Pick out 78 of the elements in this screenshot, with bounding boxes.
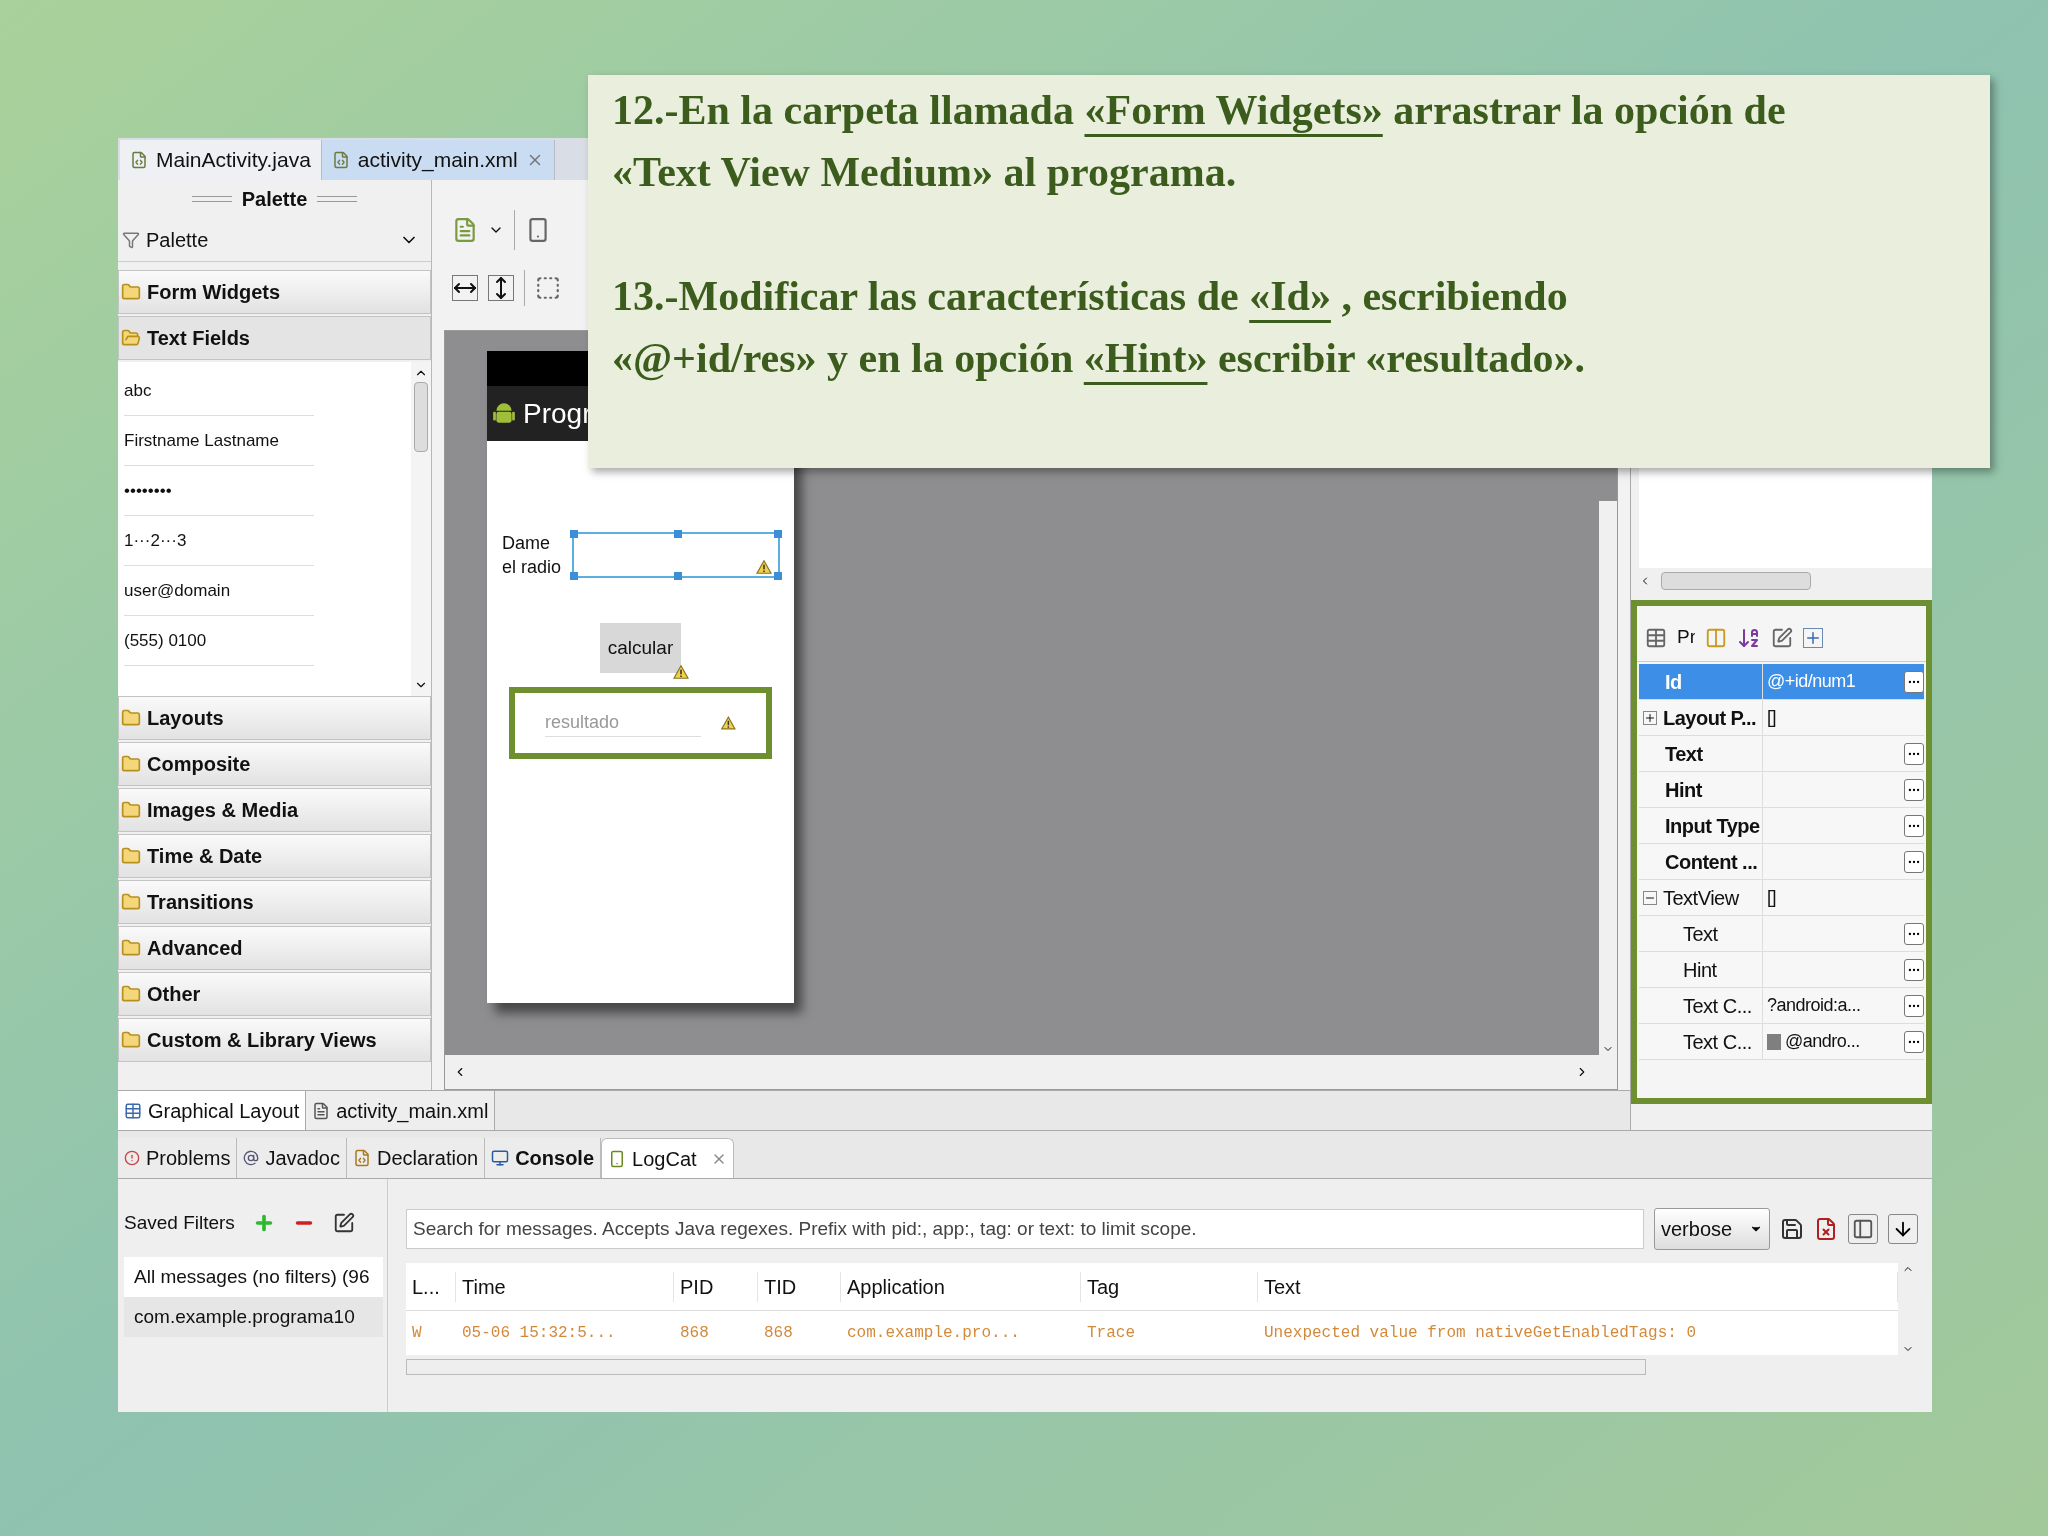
palette-category[interactable]: Form Widgets: [118, 270, 431, 314]
palette-category[interactable]: Advanced: [118, 926, 431, 970]
property-row[interactable]: Text: [1639, 736, 1924, 772]
column-header[interactable]: TID: [758, 1271, 841, 1302]
property-row[interactable]: Input Type: [1639, 808, 1924, 844]
column-header[interactable]: Tag: [1081, 1271, 1258, 1302]
panel-title: Palette: [241, 187, 308, 212]
view-tab[interactable]: Declaration: [347, 1138, 486, 1178]
property-name: Layout P...: [1662, 705, 1757, 731]
calculate-button[interactable]: calcular: [599, 623, 682, 673]
property-row[interactable]: Hint: [1639, 772, 1924, 808]
property-value: @+id/num1: [1767, 670, 1857, 693]
property-row[interactable]: Layout P... []: [1639, 700, 1924, 736]
property-row[interactable]: Content ...: [1639, 844, 1924, 880]
level-dropdown[interactable]: verbose: [1654, 1208, 1770, 1250]
property-name: Hint: [1682, 957, 1717, 983]
log-cell: com.example.pro...: [847, 1324, 1020, 1342]
column-header[interactable]: L...: [406, 1271, 456, 1302]
view-tab[interactable]: LogCat: [601, 1138, 734, 1178]
property-name: Text C...: [1682, 1029, 1752, 1055]
palette-category[interactable]: Custom & Library Views: [118, 1018, 431, 1062]
view-tab[interactable]: Console: [485, 1138, 602, 1178]
log-cell: 868: [680, 1324, 709, 1342]
editor-tab[interactable]: activity_main.xml: [321, 140, 555, 180]
column-header[interactable]: Application: [841, 1271, 1081, 1302]
column-header[interactable]: PID: [674, 1271, 758, 1302]
widget-item[interactable]: Firstname Lastname: [124, 416, 314, 466]
palette-category[interactable]: Text Fields: [118, 316, 431, 360]
view-tab[interactable]: Problems: [118, 1138, 238, 1178]
property-name: Hint: [1664, 777, 1702, 803]
column-header[interactable]: Time: [456, 1271, 674, 1302]
section-label: Saved Filters: [124, 1210, 235, 1235]
property-row[interactable]: Text C... ?android:a...: [1639, 988, 1924, 1024]
property-row[interactable]: Text: [1639, 916, 1924, 952]
search-field[interactable]: Search for messages. Accepts Java regexes. Prefix with pid:, app:, tag: or text: to limit scope.: [406, 1209, 1644, 1249]
widget-item[interactable]: 1···2···3: [124, 516, 314, 566]
log-cell: W: [412, 1324, 422, 1342]
palette-category[interactable]: Transitions: [118, 880, 431, 924]
layout-tab[interactable]: activity_main.xml: [306, 1091, 496, 1130]
view-tab[interactable]: Javadoc: [237, 1138, 347, 1178]
widget-item[interactable]: user@domain: [124, 566, 314, 616]
field-label: Dame el radio: [502, 532, 563, 579]
log-cell: 868: [764, 1324, 793, 1342]
filter-item[interactable]: com.example.programa10: [124, 1297, 383, 1337]
layout-tab[interactable]: Graphical Layout: [118, 1091, 307, 1130]
property-name: Input Type: [1664, 813, 1760, 839]
log-cell: Unexpected value from nativeGetEnabledTags: 0: [1264, 1324, 1697, 1342]
property-name: TextView: [1662, 885, 1739, 911]
property-name: Text: [1682, 921, 1718, 947]
palette-category[interactable]: Time & Date: [118, 834, 431, 878]
column-header[interactable]: Text: [1258, 1271, 1898, 1302]
palette-category[interactable]: Other: [118, 972, 431, 1016]
log-cell: Trace: [1087, 1324, 1135, 1342]
editor-tab[interactable]: MainActivity.java: [120, 140, 322, 180]
palette-category[interactable]: Composite: [118, 742, 431, 786]
palette-dropdown[interactable]: Palette: [118, 218, 431, 262]
palette-category[interactable]: Layouts: [118, 696, 431, 740]
property-name: Id: [1664, 669, 1682, 695]
property-value: []: [1767, 886, 1777, 909]
app-title: Progr: [523, 396, 592, 431]
property-value: []: [1767, 706, 1777, 729]
property-name: Content ...: [1664, 849, 1758, 875]
panel-title: Pr: [1677, 625, 1695, 650]
log-cell: 05-06 15:32:5...: [462, 1324, 616, 1342]
property-name: Text C...: [1682, 993, 1752, 1019]
widget-item[interactable]: abc: [124, 366, 314, 416]
property-row[interactable]: TextView []: [1639, 880, 1924, 916]
property-value: @andro...: [1785, 1030, 1861, 1053]
widget-item[interactable]: (555) 0100: [124, 616, 314, 666]
property-value: ?android:a...: [1767, 994, 1862, 1017]
instruction-text: 13.-Modificar las características de «Id» , escribiendo «@+id/res» y en la opción «Hint» escribir «resultado».: [612, 272, 1586, 383]
property-name: Text: [1664, 741, 1703, 767]
property-row[interactable]: Hint: [1639, 952, 1924, 988]
instruction-text: 12.-En la carpeta llamada «Form Widgets» arrastrar la opción de «Text View Medium» al programa.: [612, 86, 1786, 197]
widget-item[interactable]: ••••••••: [124, 466, 314, 516]
property-row[interactable]: Text C... @andro...: [1639, 1024, 1924, 1060]
palette-category[interactable]: Images & Media: [118, 788, 431, 832]
result-hint: resultado: [545, 709, 702, 737]
